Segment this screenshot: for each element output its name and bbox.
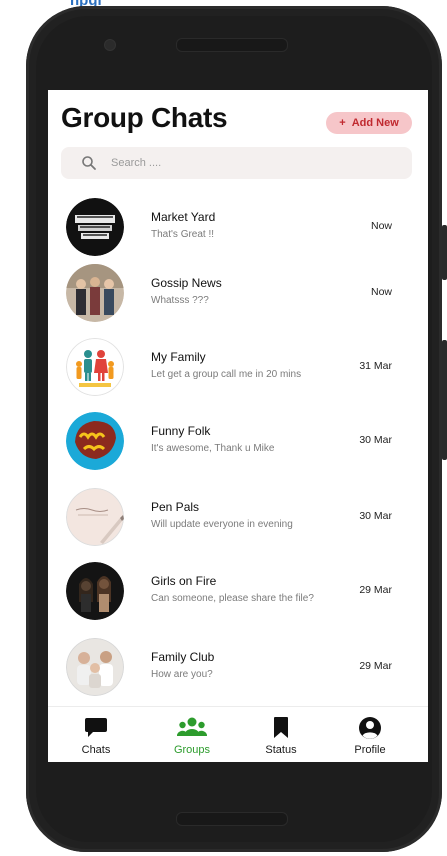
nav-chats[interactable]: Chats <box>61 707 131 762</box>
message-time: 31 Mar <box>359 360 392 372</box>
groups-icon <box>177 717 207 736</box>
last-message: That's Great !! <box>151 229 215 240</box>
add-new-label: Add New <box>351 117 399 129</box>
last-message: It's awesome, Thank u Mike <box>151 443 275 454</box>
search-icon <box>82 156 96 170</box>
group-name: Pen Pals <box>151 500 200 514</box>
group-name: Family Club <box>151 650 215 664</box>
nav-label: Groups <box>173 744 211 756</box>
search-input[interactable] <box>109 156 353 170</box>
gossip-news-avatar <box>66 264 124 322</box>
front-camera <box>104 39 116 51</box>
funny-folk-avatar <box>66 412 124 470</box>
profile-icon <box>359 717 381 739</box>
my-family-avatar <box>66 338 124 396</box>
group-name: My Family <box>151 350 206 364</box>
nav-label: Chats <box>81 744 111 756</box>
group-name: Market Yard <box>151 210 216 224</box>
list-item[interactable]: Family Club How are you? 29 Mar <box>48 634 428 700</box>
app-screen: Group Chats + Add New Market Yard That's <box>48 90 428 762</box>
group-name: Girls on Fire <box>151 574 217 588</box>
list-item[interactable]: Pen Pals Will update everyone in evening… <box>48 484 428 550</box>
market-yard-avatar <box>66 198 124 256</box>
message-time: Now <box>370 220 392 232</box>
list-item[interactable]: Funny Folk It's awesome, Thank u Mike 30… <box>48 408 428 474</box>
last-message: Whatsss ??? <box>151 295 209 306</box>
list-item[interactable]: Market Yard That's Great !! Now <box>48 194 428 260</box>
top-speaker <box>176 38 288 52</box>
last-message: Can someone, please share the file? <box>151 593 314 604</box>
list-item[interactable]: Gossip News Whatsss ??? Now <box>48 260 428 326</box>
message-time: 30 Mar <box>359 434 392 446</box>
nav-groups[interactable]: Groups <box>157 707 227 762</box>
nav-status[interactable]: Status <box>246 707 316 762</box>
plus-icon: + <box>339 117 346 129</box>
search-bar[interactable] <box>61 147 412 179</box>
list-item[interactable]: My Family Let get a group call me in 20 … <box>48 334 428 400</box>
last-message: Will update everyone in evening <box>151 519 293 530</box>
chat-bubble-icon <box>85 718 107 737</box>
bookmark-icon <box>274 717 288 738</box>
last-message: Let get a group call me in 20 mins <box>151 369 302 380</box>
add-new-button[interactable]: + Add New <box>326 112 412 134</box>
message-time: 30 Mar <box>359 510 392 522</box>
nav-profile[interactable]: Profile <box>335 707 405 762</box>
pen-pals-avatar <box>66 488 124 546</box>
message-time: 29 Mar <box>359 660 392 672</box>
family-club-avatar <box>66 638 124 696</box>
group-name: Funny Folk <box>151 424 211 438</box>
volume-button <box>442 340 447 460</box>
girls-on-fire-avatar <box>66 562 124 620</box>
list-item[interactable]: Girls on Fire Can someone, please share … <box>48 558 428 624</box>
power-button <box>442 225 447 280</box>
last-message: How are you? <box>151 669 213 680</box>
bottom-nav: Chats Groups Status Profile <box>48 706 428 762</box>
group-name: Gossip News <box>151 276 222 290</box>
message-time: 29 Mar <box>359 584 392 596</box>
nav-label: Profile <box>354 744 386 756</box>
nav-label: Status <box>265 744 297 756</box>
bottom-speaker <box>176 812 288 826</box>
message-time: Now <box>370 286 392 298</box>
page-title: Group Chats <box>61 102 228 133</box>
